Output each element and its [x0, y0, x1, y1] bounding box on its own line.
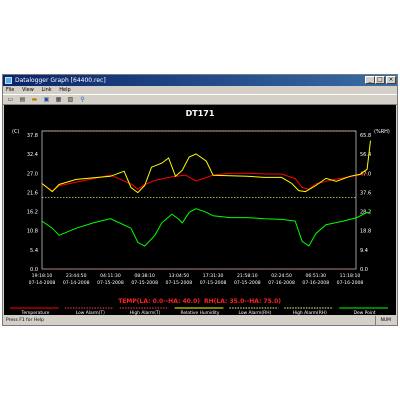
x-tick-time: 19:18:10	[32, 273, 53, 279]
x-tick-time: 13:04:50	[169, 273, 190, 279]
x-tick-time: 23:44:50	[66, 273, 87, 279]
legend-label: High Alarm(RH)	[293, 310, 327, 315]
x-tick-time: 02:24:50	[271, 273, 292, 279]
x-tick-time: 08:38:10	[134, 273, 155, 279]
x-tick-time: 04:11:30	[100, 273, 121, 279]
chart-title: DT171	[186, 109, 215, 118]
datalogger-window: Datalogger Graph [64400.rec] _ □ × File …	[2, 74, 398, 326]
left-tick-label: 21.6	[27, 190, 38, 196]
legend-label: Relative Humidity	[180, 310, 219, 315]
left-tick-label: 37.8	[27, 133, 38, 139]
right-tick-label: 37.6	[360, 190, 371, 196]
right-tick-label: 65.8	[360, 133, 371, 139]
left-tick-label: 27.0	[27, 171, 38, 177]
right-axis-unit: (%RH)	[374, 129, 390, 135]
menu-view[interactable]: View	[22, 87, 34, 93]
left-tick-label: 16.2	[27, 210, 38, 216]
left-tick-label: 10.8	[27, 229, 38, 235]
series-line-temperature	[41, 172, 368, 192]
chart-svg: DT171 (C) (%RH) TEMP(LA: 0.0--HA: 40.0) …	[10, 109, 390, 316]
right-tick-label: 0.0	[360, 267, 368, 273]
legend-label: Low Alarm(T)	[76, 310, 105, 315]
legend-label: High Alarm(T)	[130, 310, 161, 315]
close-button[interactable]: ×	[386, 76, 396, 84]
x-tick-date: 07-15-2008	[200, 280, 227, 286]
left-tick-label: 5.4	[30, 248, 38, 254]
x-tick-date: 07-16-2008	[337, 280, 364, 286]
left-axis-unit: (C)	[12, 129, 19, 135]
x-tick-date: 07-14-2008	[29, 280, 56, 286]
x-tick-date: 07-15-2008	[131, 280, 158, 286]
left-tick-label: 0.0	[30, 267, 38, 273]
open-icon[interactable]: ▤	[18, 96, 27, 104]
window-title: Datalogger Graph [64400.rec]	[15, 77, 106, 84]
status-bar: Press F1 for Help NUM	[3, 316, 397, 325]
folder-icon[interactable]: ▬	[30, 96, 39, 104]
series-line-relative-humidity	[41, 140, 371, 194]
settings-icon[interactable]: ▧	[66, 96, 75, 104]
toolbar: ▭ ▤ ▬ ▣ ▦ ▧ ⚲	[3, 94, 397, 105]
menu-bar: File View Link Help	[3, 86, 397, 94]
zoom-icon[interactable]: ⚲	[78, 96, 87, 104]
app-icon	[5, 77, 12, 84]
x-tick-date: 07-16-2008	[302, 280, 329, 286]
x-tick-time: 21:58:10	[237, 273, 258, 279]
status-num: NUM	[375, 316, 391, 325]
menu-file[interactable]: File	[6, 87, 14, 93]
minimize-button[interactable]: _	[365, 76, 375, 84]
x-tick-date: 07-15-2008	[97, 280, 124, 286]
title-bar[interactable]: Datalogger Graph [64400.rec] _ □ ×	[3, 75, 397, 86]
plot-frame	[41, 130, 357, 270]
left-tick-label: 32.4	[27, 152, 38, 158]
new-icon[interactable]: ▭	[6, 96, 15, 104]
status-help-text: Press F1 for Help	[6, 318, 45, 323]
alarm-text-rh: RH(LA: 35.0--HA: 75.0)	[204, 298, 281, 305]
x-tick-time: 17:31:30	[203, 273, 224, 279]
x-tick-date: 07-15-2008	[166, 280, 193, 286]
x-tick-date: 07-15-2008	[234, 280, 261, 286]
legend-label: Dew Point	[354, 310, 376, 315]
maximize-button[interactable]: □	[375, 76, 385, 84]
x-tick-time: 06:51:30	[305, 273, 326, 279]
save-icon[interactable]: ▣	[42, 96, 51, 104]
right-tick-label: 9.4	[360, 248, 368, 254]
graph-area: DT171 (C) (%RH) TEMP(LA: 0.0--HA: 40.0) …	[4, 105, 396, 316]
alarm-text-temp: TEMP(LA: 0.0--HA: 40.0)	[118, 298, 200, 305]
legend-label: Temperature	[21, 310, 50, 315]
x-tick-date: 07-16-2008	[268, 280, 295, 286]
legend-label: Low Alarm(RH)	[238, 310, 271, 315]
print-icon[interactable]: ▦	[54, 96, 63, 104]
right-tick-label: 18.8	[360, 229, 371, 235]
menu-help[interactable]: Help	[59, 87, 70, 93]
x-tick-time: 11:18:10	[340, 273, 361, 279]
series-line-dew-point	[41, 208, 371, 247]
menu-link[interactable]: Link	[41, 87, 51, 93]
x-tick-date: 07-14-2008	[63, 280, 90, 286]
